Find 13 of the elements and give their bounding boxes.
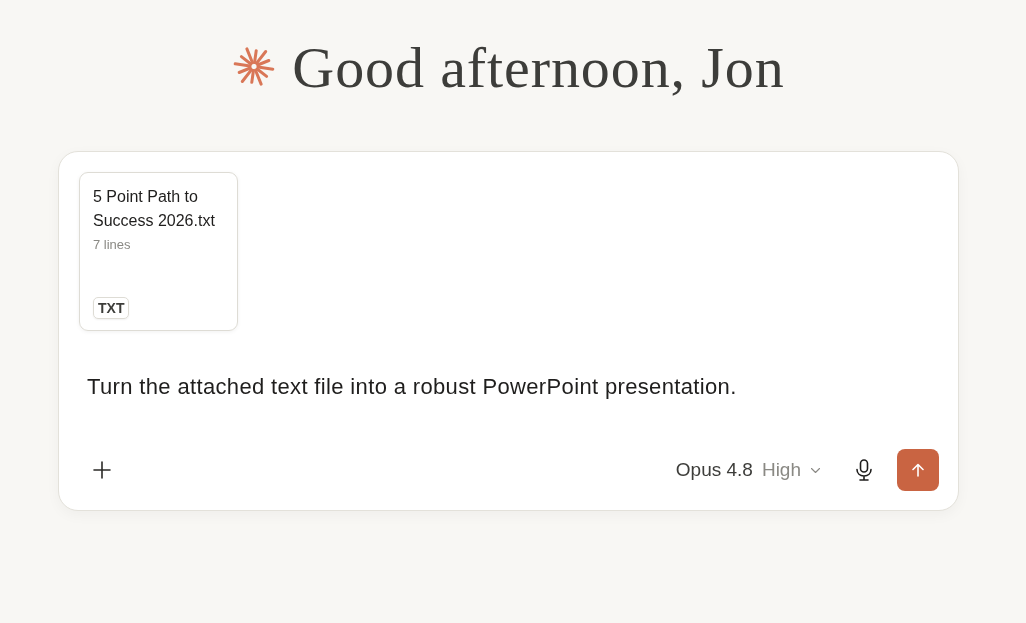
line-count: 7 lines (93, 237, 131, 252)
chevron-down-icon (811, 467, 820, 473)
send-button[interactable] (897, 449, 939, 491)
file-type-tag: TXT (93, 297, 130, 319)
microphone-icon (856, 459, 872, 481)
model-selector[interactable]: Opus 4.8 High (669, 455, 826, 485)
message-input[interactable]: Turn the attached text file into a robust PowerPoint presentation. (87, 373, 939, 401)
file-name: 5 Point Path to Success 2026.txt (93, 187, 216, 231)
greeting-heading: Good afternoon, Jon (292, 36, 785, 100)
plus-icon (93, 461, 111, 479)
sparkle-icon (233, 44, 276, 88)
arrow-up-icon (912, 463, 924, 477)
attachment-card[interactable]: 5 Point Path to Success 2026.txt 7 lines TXT (79, 172, 238, 331)
